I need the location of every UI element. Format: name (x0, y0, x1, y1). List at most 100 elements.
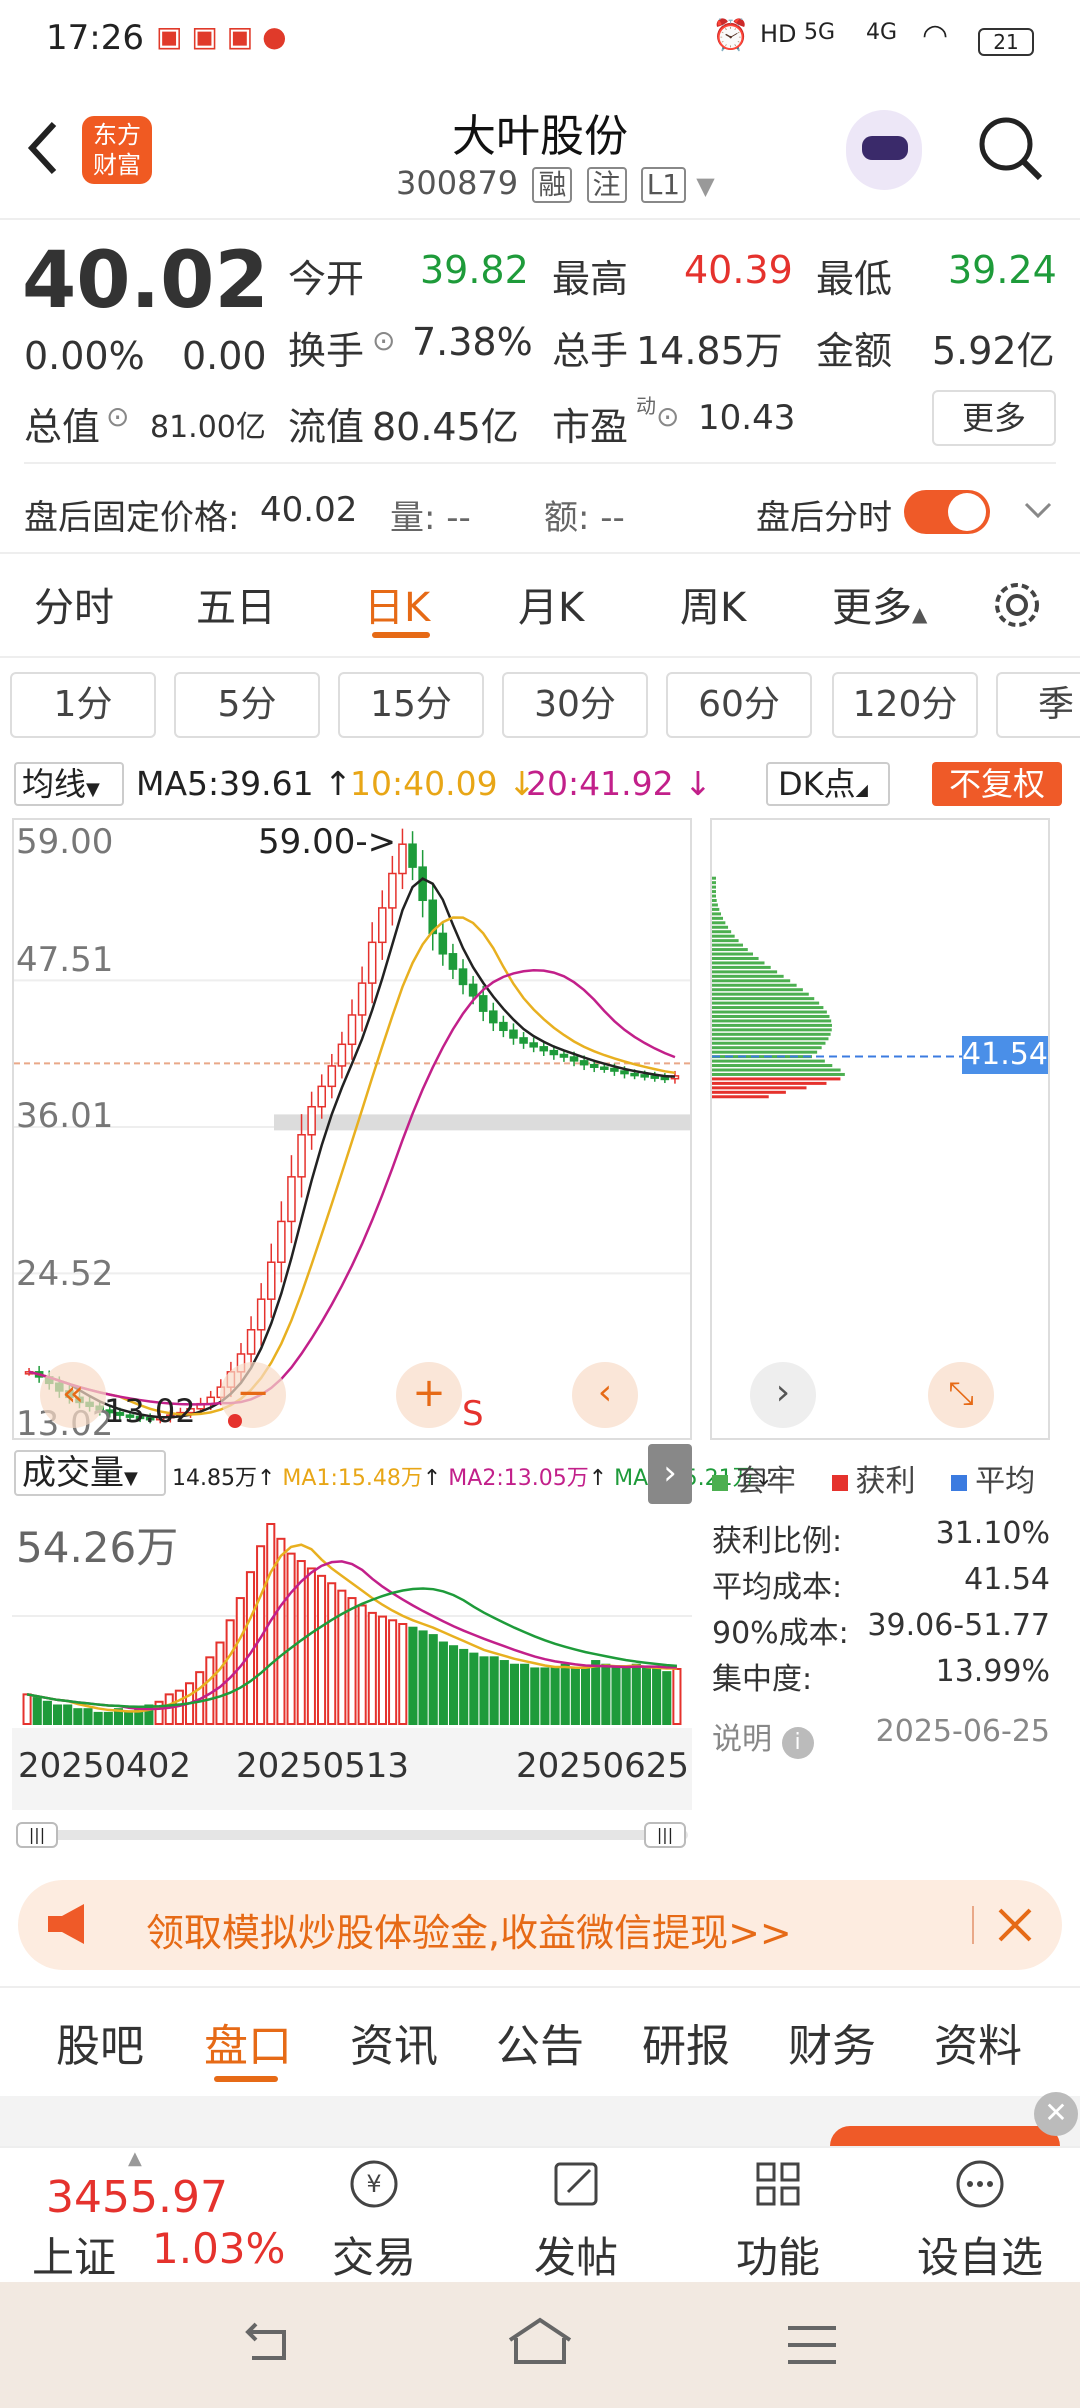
tab-timeshare[interactable]: 分时 (34, 575, 114, 633)
dk-point-button[interactable]: DK点◢ (766, 762, 890, 806)
period-60min[interactable]: 60分 (666, 672, 812, 738)
menu-nav-icon[interactable] (784, 2322, 840, 2368)
pe-value: 10.43 (698, 398, 796, 438)
candle-body (579, 1060, 589, 1066)
volume-bar (540, 1667, 550, 1725)
nav-trade[interactable]: ¥ 交易 (304, 2154, 444, 2285)
more-button[interactable]: 更多 (932, 390, 1056, 446)
afterhours-price: 40.02 (260, 490, 358, 530)
pe-label: 市盈 (552, 405, 629, 449)
chip-bar (712, 1041, 826, 1045)
tab-monthly-k[interactable]: 月K (518, 575, 584, 633)
tab-weekly-k[interactable]: 周K (680, 575, 746, 633)
search-icon[interactable] (976, 114, 1046, 184)
volume-label: 总手 (552, 329, 629, 373)
vol-ma2: MA2:13.05万 (448, 1466, 589, 1491)
stock-code-row[interactable]: 300879 融 注 L1 ▼ (396, 164, 715, 203)
signal-5g: 5G (804, 20, 836, 45)
candle-body (569, 1056, 579, 1062)
tab-guba[interactable]: 股吧 (56, 2010, 144, 2074)
nav-functions[interactable]: 功能 (708, 2154, 848, 2285)
robot-assistant-icon[interactable] (846, 110, 922, 190)
tab-daily-k[interactable]: 日K (364, 575, 430, 633)
volume-expand-arrow[interactable]: › (648, 1444, 692, 1504)
back-nav-icon[interactable] (240, 2318, 296, 2368)
float-value: 80.45亿 (372, 405, 519, 449)
turnover-label: 换手 (288, 329, 365, 373)
buy-marker-dot (228, 1414, 242, 1428)
period-120min[interactable]: 120分 (832, 672, 978, 738)
tab-profile[interactable]: 资料 (934, 2010, 1022, 2074)
close-icon[interactable] (992, 1902, 1038, 1948)
chip-bar (712, 1019, 832, 1023)
prev-button[interactable]: ‹ (572, 1362, 638, 1428)
chip-bar (712, 961, 765, 965)
candle-body (458, 968, 468, 986)
period-1min[interactable]: 1分 (10, 672, 156, 738)
period-quarter[interactable]: 季 (996, 672, 1080, 738)
candle-body (539, 1046, 549, 1052)
high-label: 最高 (552, 257, 629, 301)
ma-select[interactable]: 均线▼ (14, 762, 124, 806)
tab-more[interactable]: 更多▲ (832, 575, 927, 633)
kline-chart[interactable] (12, 818, 692, 1440)
period-30min[interactable]: 30分 (502, 672, 648, 738)
signal-icon: HD (760, 20, 797, 48)
chip-bar (712, 1064, 833, 1068)
chip-bar (712, 890, 716, 894)
tab-five-day[interactable]: 五日 (196, 575, 276, 633)
high-annotation: 59.00-> (258, 822, 397, 862)
expand-icon[interactable]: ⤡ (928, 1362, 994, 1428)
period-5min[interactable]: 5分 (174, 672, 320, 738)
volume-bar (235, 1597, 245, 1725)
candle-body (489, 1010, 498, 1024)
settings-gear-icon[interactable] (990, 578, 1044, 632)
system-nav-bar (0, 2282, 1080, 2408)
zoom-in-button[interactable]: + (396, 1362, 462, 1428)
tab-pankou[interactable]: 盘口 (204, 2010, 292, 2074)
nav-add-watchlist[interactable]: 设自选 (910, 2154, 1050, 2285)
nav-post[interactable]: 发帖 (506, 2154, 646, 2285)
no-adjust-button[interactable]: 不复权 (932, 762, 1062, 806)
volume-bar (276, 1537, 286, 1725)
wifi-icon: ◠ (922, 18, 949, 53)
dk-label: DK点 (778, 765, 856, 803)
range-slider-left-handle[interactable]: ||| (16, 1822, 58, 1848)
home-nav-icon[interactable] (504, 2316, 576, 2368)
chip-bar (712, 934, 735, 938)
tab-announcements[interactable]: 公告 (496, 2010, 584, 2074)
volume-bar (408, 1626, 418, 1725)
chip-bar (712, 1086, 807, 1090)
legend-trapped: 套牢 (736, 1464, 796, 1499)
active-tab-indicator (372, 632, 430, 638)
info-icon-2: ⊙ (106, 400, 130, 433)
chip-distribution[interactable] (710, 818, 1050, 1440)
volume-bar (93, 1711, 103, 1725)
promo-banner[interactable]: 领取模拟炒股体验金,收益微信提现>> (18, 1880, 1062, 1970)
period-15min[interactable]: 15分 (338, 672, 484, 738)
afterhours-toggle[interactable] (904, 490, 990, 534)
afterhours-volume: 量: -- (390, 498, 471, 538)
tab-news[interactable]: 资讯 (350, 2010, 438, 2074)
candle-body (377, 907, 387, 944)
scroll-left-button[interactable]: « (40, 1362, 106, 1428)
index-value[interactable]: 3455.97 (46, 2172, 228, 2223)
chip-bar (712, 983, 797, 987)
range-slider-right-handle[interactable]: ||| (644, 1822, 686, 1848)
chevron-down-icon[interactable] (1018, 490, 1058, 530)
chip-stat-value-2: 41.54 (964, 1562, 1050, 1597)
tab-finance[interactable]: 财务 (788, 2010, 876, 2074)
tag-margin: 融 (532, 167, 573, 203)
tab-research[interactable]: 研报 (642, 2010, 730, 2074)
candle-body (549, 1049, 559, 1056)
chip-note[interactable]: 说明 i (712, 1714, 814, 1759)
low-label: 最低 (816, 257, 893, 301)
trade-icon: ¥ (350, 2160, 398, 2208)
range-slider-track[interactable] (16, 1830, 688, 1840)
candle-body (307, 1105, 316, 1136)
volume-select[interactable]: 成交量▼ (14, 1450, 166, 1496)
volume-bar (530, 1667, 540, 1725)
close-icon[interactable]: ✕ (1034, 2092, 1078, 2136)
candle-body (610, 1067, 619, 1072)
chip-next-button[interactable]: › (750, 1362, 816, 1428)
